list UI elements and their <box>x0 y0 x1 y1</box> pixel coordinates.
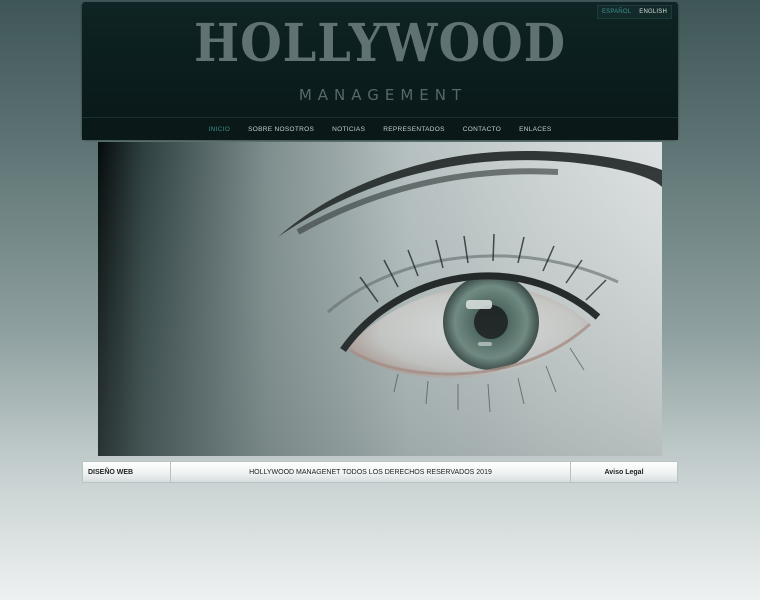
footer-copyright: HOLLYWOOD MANAGENET TODOS LOS DERECHOS R… <box>171 462 571 482</box>
logo-subtitle: MANAGEMENT <box>298 86 468 104</box>
hero-eye-image <box>98 142 662 456</box>
site-header: ESPAÑOL ENGLISH HOLLYWOOD MANAGEMENT INI… <box>82 2 678 140</box>
logo-title[interactable]: HOLLYWOOD <box>106 14 654 74</box>
footer-legal-link[interactable]: Aviso Legal <box>571 462 677 482</box>
nav-item-inicio[interactable]: INICIO <box>199 126 239 133</box>
main-nav: INICIO SOBRE NOSOTROS NOTICIAS REPRESENT… <box>82 117 678 140</box>
eye-illustration <box>98 142 662 456</box>
site-footer: DISEÑO WEB HOLLYWOOD MANAGENET TODOS LOS… <box>82 461 678 483</box>
nav-item-noticias[interactable]: NOTICIAS <box>323 126 374 133</box>
nav-item-representados[interactable]: REPRESENTADOS <box>374 126 454 133</box>
footer-web-design-link[interactable]: DISEÑO WEB <box>83 462 171 482</box>
nav-item-sobre-nosotros[interactable]: SOBRE NOSOTROS <box>239 126 323 133</box>
nav-item-contacto[interactable]: CONTACTO <box>454 126 510 133</box>
nav-item-enlaces[interactable]: ENLACES <box>510 126 560 133</box>
